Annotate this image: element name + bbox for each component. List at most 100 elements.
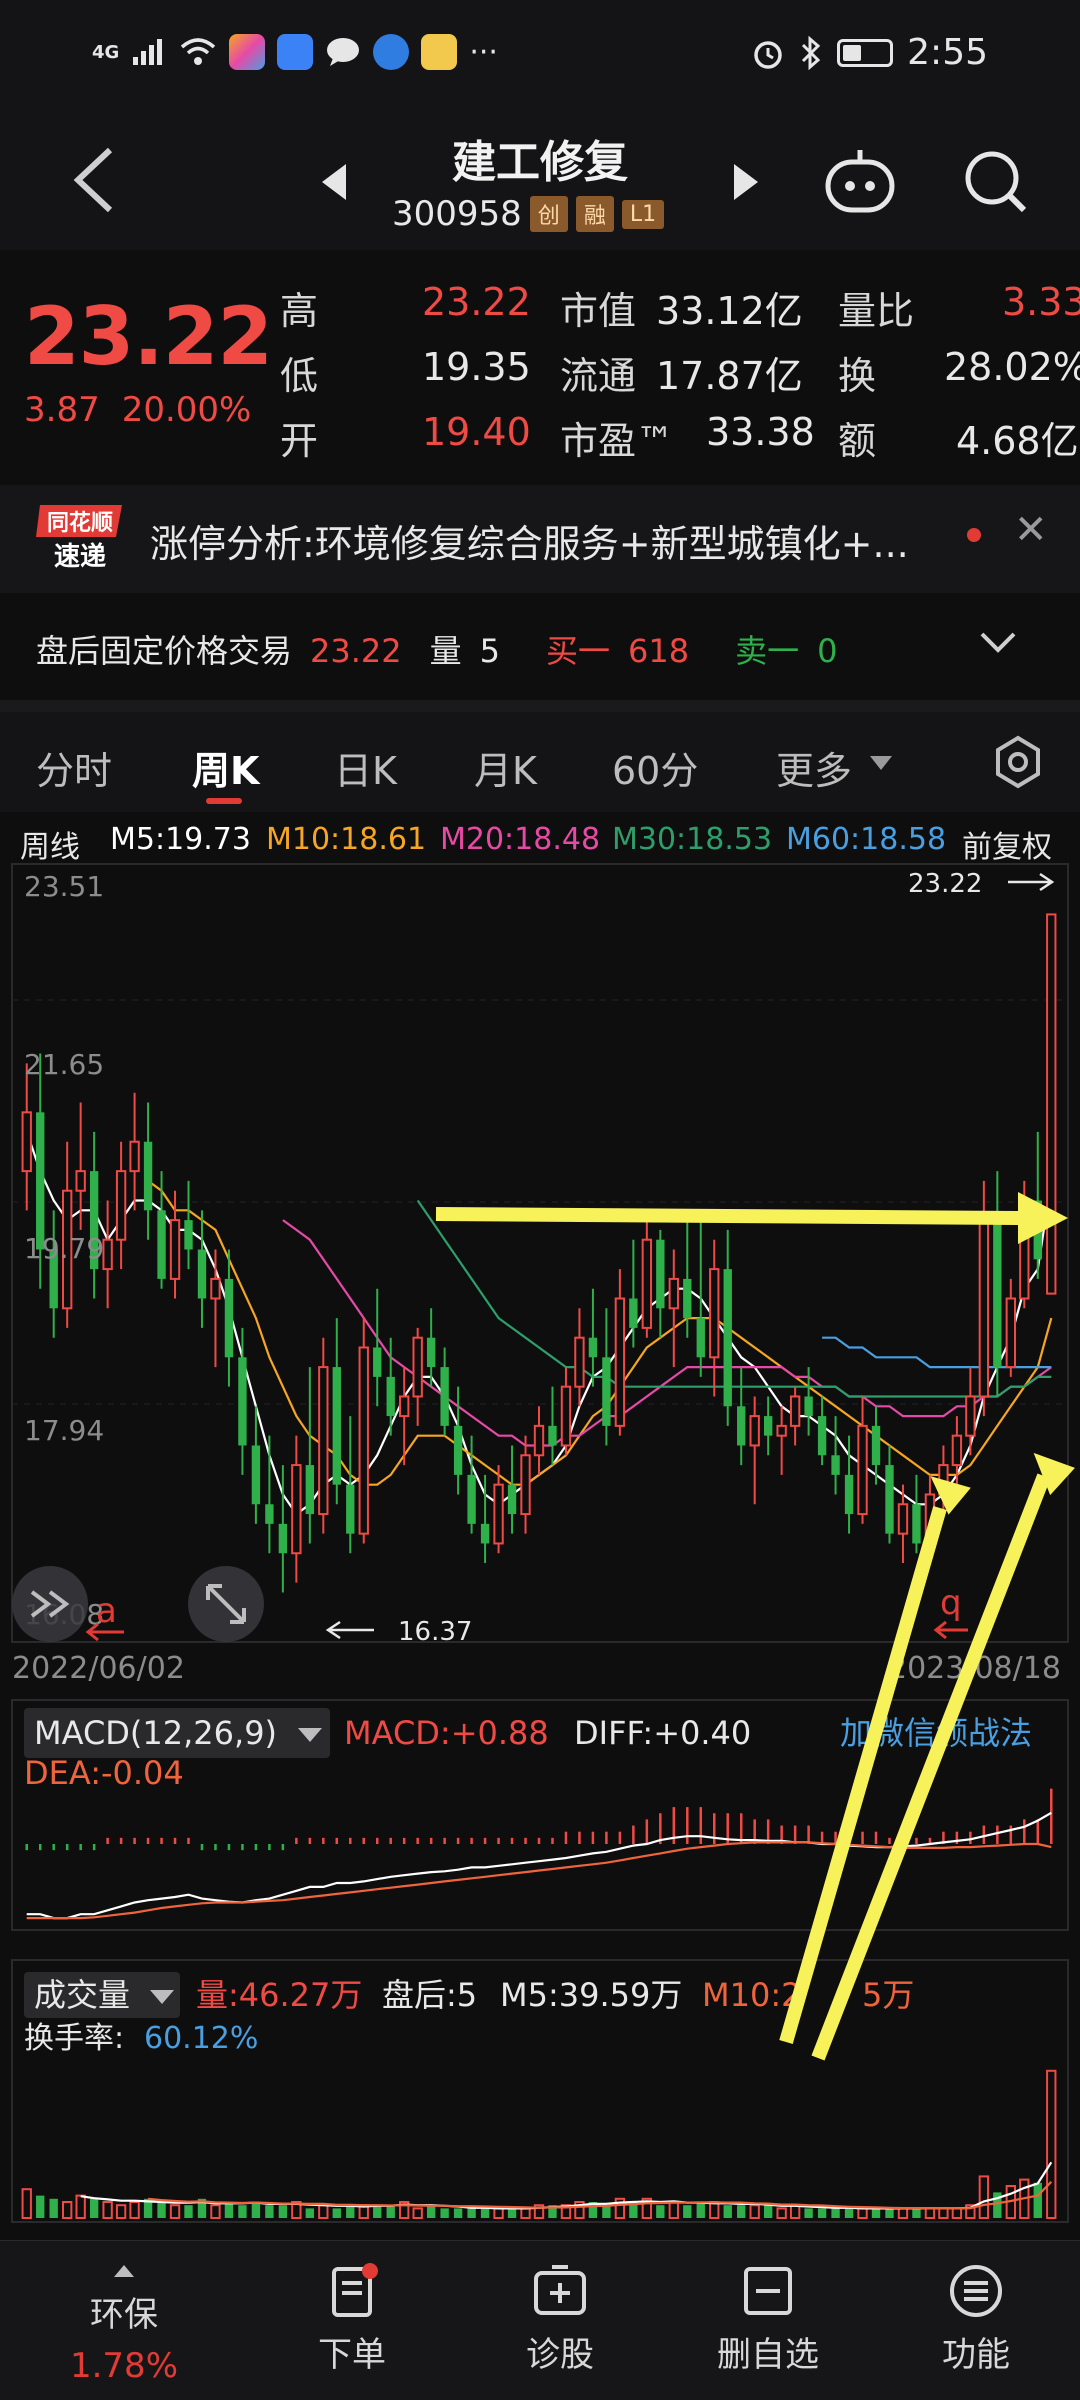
buy1-label: 买一 [546,632,611,670]
chart-area[interactable]: 23.51 21.65 19.79 17.94 16.08 23.22 16.3… [0,862,1080,2242]
battery-icon [837,38,894,67]
browser-notification-icon [373,34,410,70]
quote-panel: 23.22 3.87 20.00% 高 23.22 低 19.35 开 19.4… [0,250,1080,475]
tab-weekly[interactable]: 周K [192,740,259,795]
volume-bar [480,2208,490,2218]
candle-body [184,1220,193,1250]
candle-body [291,1464,302,1555]
volume-bar [373,2205,382,2218]
tab-more[interactable]: 更多 [776,740,852,795]
candle-body [629,1298,638,1328]
search-icon[interactable] [960,146,1030,216]
next-stock-button[interactable] [728,162,762,202]
candle-body [440,1367,449,1426]
expand-side-button[interactable] [12,1566,88,1642]
remove-watchlist-button[interactable]: 删自选 [678,2261,858,2376]
status-bar: 4G ··· 2:55 [0,0,1080,110]
candle-body [683,1278,692,1319]
robot-assistant-icon[interactable] [820,146,900,216]
volume-bar [938,2207,949,2220]
sell1-label: 卖一 [735,632,800,670]
news-banner[interactable]: 同花顺 速递 涨停分析:环境修复综合服务+新型城镇化+... ✕ [0,485,1080,593]
candle-body [318,1366,329,1516]
low-marker-arrow-icon [325,1620,374,1640]
candle-body [993,1220,1002,1368]
volume-bar [157,2202,166,2218]
candle-body [817,1416,827,1456]
volume-bar [978,2175,990,2220]
candle-body [386,1376,395,1417]
sector-button[interactable]: 环保 1.78% [34,2263,214,2386]
after-hours-content: 盘后固定价格交易 23.22 量 5 买一 618 卖一 0 [36,626,837,672]
diagonal-arrow-left [779,1506,947,2044]
candle-body [224,1278,234,1358]
volume-bar [62,2201,73,2219]
volume-bar [115,2204,127,2219]
diagnose-button[interactable]: 诊股 [470,2261,650,2376]
y-tick-label: 17.94 [24,1414,104,1447]
candle-body [602,1357,611,1426]
volume-bar [885,2208,894,2218]
fullscreen-button[interactable] [188,1566,264,1642]
volume-bar [804,2208,813,2218]
order-button[interactable]: 下单 [262,2261,442,2376]
amount-value: 4.68亿 [956,419,1079,463]
mktcap-value: 33.12亿 [656,289,803,333]
after-hours-row[interactable]: 盘后固定价格交易 23.22 量 5 买一 618 卖一 0 [0,600,1080,690]
volume-bar [683,2205,692,2218]
ma-line-m60 [822,1336,1052,1369]
volume-bar [656,2205,665,2218]
candle-body [951,1434,963,1467]
volume-bar [251,2202,261,2218]
settings-icon[interactable] [990,734,1046,790]
diagnose-label: 诊股 [526,2335,594,2375]
candle-body [723,1269,732,1407]
volume-bar [668,2201,679,2219]
volume-bar [129,2201,140,2219]
volume-bar [49,2198,58,2218]
last-price: 23.22 [24,290,273,383]
volume-bar [912,2208,921,2218]
candle-body [776,1424,787,1437]
kline-chart[interactable]: 23.51 21.65 19.79 17.94 16.08 23.22 16.3… [0,862,1080,2242]
candle-body [709,1268,720,1359]
tab-60min[interactable]: 60分 [612,740,698,795]
candle-body [749,1415,760,1447]
volume-bar [831,2208,840,2218]
candle-body [412,1336,423,1398]
candle-body [789,1395,801,1427]
chevron-down-icon[interactable] [978,622,1018,662]
tab-monthly[interactable]: 月K [474,740,537,795]
x-start-date: 2022/06/02 [12,1651,185,1686]
volume-bar [723,2205,732,2218]
candle-body [844,1474,854,1515]
volume-bar [169,2204,181,2219]
candle-body [102,1238,113,1271]
candle-body [238,1357,247,1446]
sector-pct: 1.78% [69,2346,178,2386]
volume-bar [763,2205,773,2218]
tab-daily[interactable]: 日K [334,740,397,795]
volratio-label: 量比 [838,289,915,333]
news-close-icon[interactable]: ✕ [1014,507,1048,553]
candle-body [763,1416,773,1436]
vol-m10-value: M10:2 [702,1976,801,2014]
vol-m10-suffix: 5万 [862,1976,914,2014]
candle-body [1005,1297,1016,1369]
tab-intraday[interactable]: 分时 [36,740,112,795]
volume-bar [386,2205,395,2218]
news-logo-bottom: 速递 [54,541,106,572]
function-button[interactable]: 功能 [886,2261,1066,2376]
volume-bar [520,2207,531,2220]
adjust-mode[interactable]: 前复权 [962,822,1052,866]
sell1-value: 0 [817,632,838,670]
candle-body [560,1385,572,1447]
candle-body [467,1474,476,1524]
macd-title: MACD(12,26,9) [34,1714,277,1752]
volume-bar [871,2208,881,2218]
after-hours-price: 23.22 [310,632,402,670]
stock-name: 建工修复 [452,137,628,188]
candle-body [614,1297,626,1427]
news-text[interactable]: 涨停分析:环境修复综合服务+新型城镇化+... [150,513,909,568]
candle-body [533,1424,545,1457]
